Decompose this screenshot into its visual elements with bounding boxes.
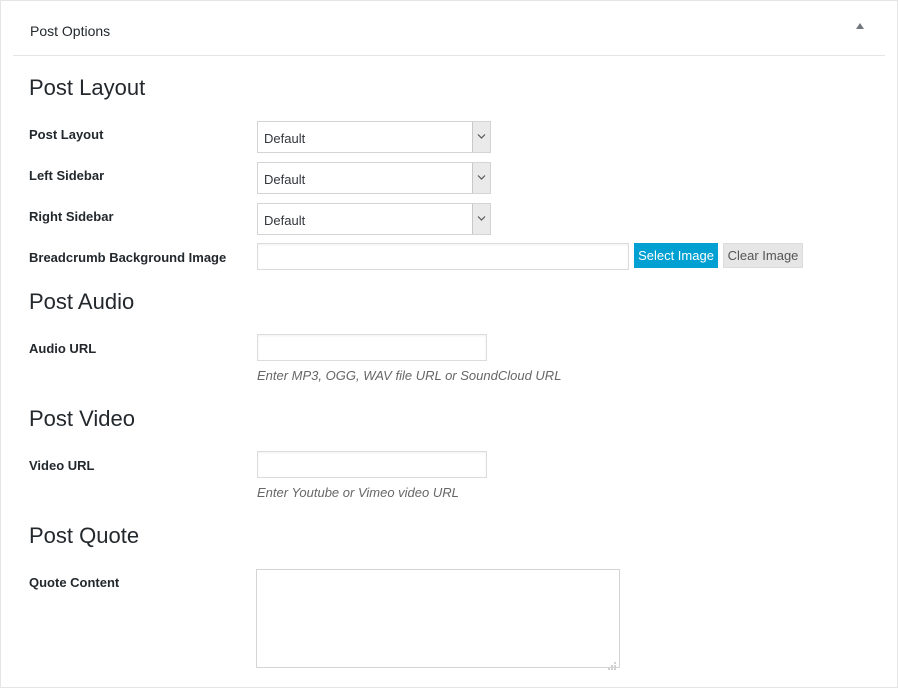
quote-content-label: Quote Content [29,575,120,590]
post-layout-value: Default [264,131,306,146]
post-layout-label: Post Layout [29,127,104,142]
audio-url-hint: Enter MP3, OGG, WAV file URL or SoundClo… [257,368,562,383]
breadcrumb-bg-label: Breadcrumb Background Image [29,250,227,265]
right-sidebar-label: Right Sidebar [29,209,114,224]
post-layout-select[interactable]: Default [257,121,491,153]
video-url-label: Video URL [29,458,95,473]
post-options-panel: Post Options Post Layout Post Layout Def… [0,0,898,688]
panel-header[interactable]: Post Options [13,1,885,56]
resize-handle-icon[interactable] [607,657,616,670]
quote-content-textarea[interactable] [256,569,620,668]
breadcrumb-bg-input[interactable] [257,243,629,270]
section-title-post-audio: Post Audio [29,289,135,314]
panel-title: Post Options [30,23,111,39]
triangle-up-icon[interactable] [855,21,867,33]
section-title-post-layout: Post Layout [29,75,146,100]
left-sidebar-label: Left Sidebar [29,168,105,183]
chevron-down-icon[interactable] [472,163,490,193]
right-sidebar-select[interactable]: Default [257,203,491,235]
section-title-post-quote: Post Quote [29,523,140,548]
chevron-down-icon[interactable] [472,204,490,234]
section-title-post-video: Post Video [29,406,136,431]
clear-image-button[interactable]: Clear Image [723,243,803,268]
right-sidebar-value: Default [264,213,306,228]
audio-url-label: Audio URL [29,341,97,356]
left-sidebar-select[interactable]: Default [257,162,491,194]
audio-url-input[interactable] [257,334,487,361]
select-image-button[interactable]: Select Image [634,243,718,268]
left-sidebar-value: Default [264,172,306,187]
chevron-down-icon[interactable] [472,122,490,152]
video-url-hint: Enter Youtube or Vimeo video URL [257,485,459,500]
video-url-input[interactable] [257,451,487,478]
